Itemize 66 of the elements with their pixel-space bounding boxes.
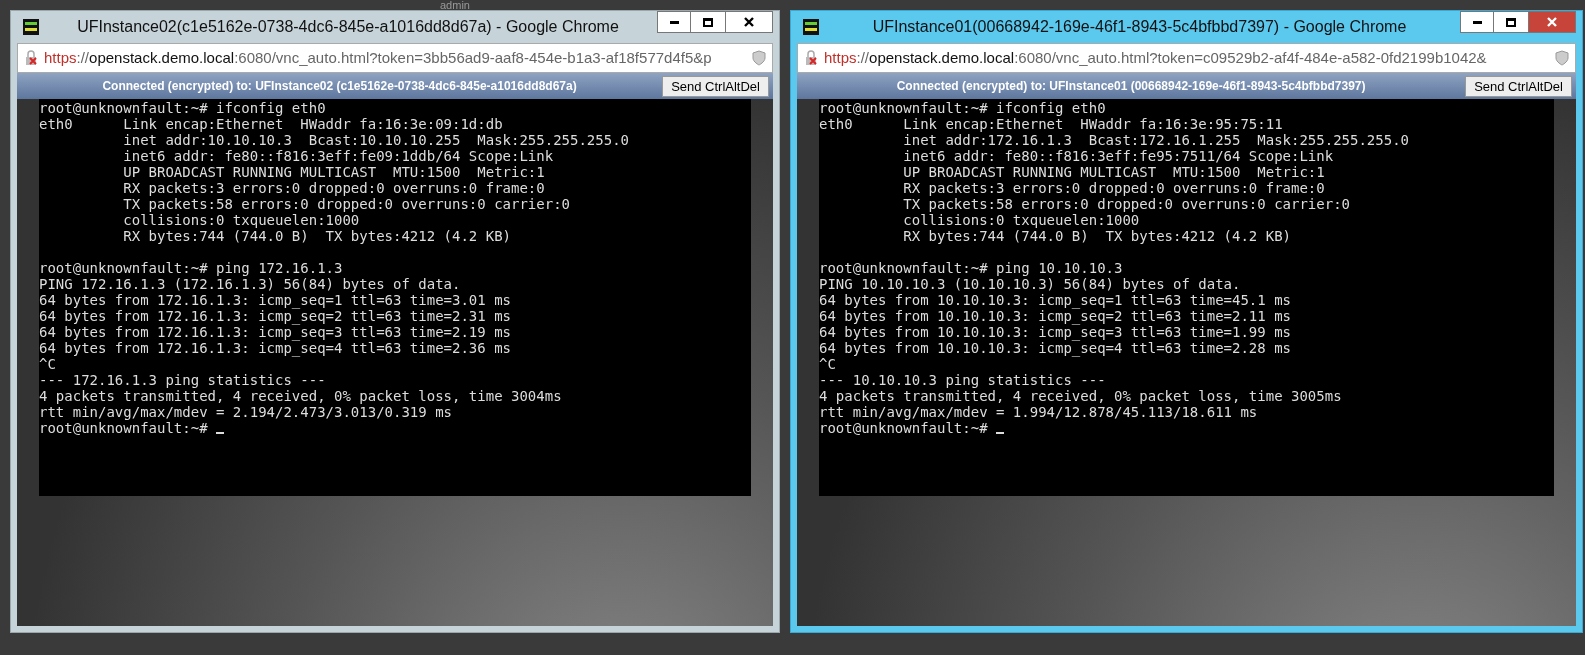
terminal-line: ^C [819,356,836,372]
terminal-line: TX packets:58 errors:0 dropped:0 overruns:0 carrier:0 [122,196,570,212]
text-cursor [216,432,224,434]
terminal-line: 64 bytes from 172.16.1.3: icmp_seq=3 ttl=63 time=2.19 ms [39,324,511,340]
maximize-button[interactable] [1494,11,1528,33]
terminal-line: RX bytes:744 (744.0 B) TX bytes:4212 (4.2 KB) [902,228,1291,244]
terminal-line: 64 bytes from 10.10.10.3: icmp_seq=1 ttl=63 time=45.1 ms [819,292,1291,308]
terminal-line: root@unknownfault:~# ping 10.10.10.3 [819,260,1123,276]
terminal-line: 64 bytes from 172.16.1.3: icmp_seq=1 ttl=63 time=3.01 ms [39,292,511,308]
username-label: admin [440,0,471,10]
address-bar[interactable]: https://openstack.demo.local:6080/vnc_auto.html?token=3bb56ad9-aaf8-454e-b1a3-af18f577d4f5&p [17,43,773,73]
terminal-line: UP BROADCAST RUNNING MULTICAST MTU:1500 Metric:1 [902,164,1325,180]
minimize-button[interactable] [657,11,691,33]
terminal-line: root@unknownfault:~# ifconfig eth0 [39,100,326,116]
send-ctrlaltdel-button[interactable]: Send CtrlAltDel [662,75,769,97]
url-text: https://openstack.demo.local:6080/vnc_auto.html?token=3bb56ad9-aaf8-454e-b1a3-af18f577d4f5&p [44,47,712,68]
terminal-line: --- 10.10.10.3 ping statistics --- [819,372,1106,388]
terminal-line: eth0 Link encap:Ethernet HWaddr fa:16:3e:09:1d:db [39,116,503,132]
terminal-line: 64 bytes from 10.10.10.3: icmp_seq=3 ttl=63 time=1.99 ms [819,324,1291,340]
terminal-line: root@unknownfault:~# [819,420,989,436]
url-text: https://openstack.demo.local:6080/vnc_auto.html?token=c09529b2-af4f-484e-a582-0fd2199b1042& [824,47,1487,68]
terminal-line: inet6 addr: fe80::f816:3eff:fe95:7511/64 Scope:Link [902,148,1334,164]
close-icon [1547,17,1557,27]
broken-lock-icon [24,50,40,66]
shield-icon [752,50,766,66]
terminal-line: ^C [39,356,56,372]
terminal-line: inet addr:10.10.10.3 Bcast:10.10.10.255 Mask:255.255.255.0 [122,132,629,148]
maximize-button[interactable] [691,11,725,33]
terminal-line: collisions:0 txqueuelen:1000 [902,212,1140,228]
minimize-button[interactable] [1460,11,1494,33]
terminal-line: rtt min/avg/max/mdev = 2.194/2.473/3.013/0.319 ms [39,404,452,420]
terminal-line: inet addr:172.16.1.3 Bcast:172.16.1.255 Mask:255.255.255.0 [902,132,1409,148]
terminal-line: PING 172.16.1.3 (172.16.1.3) 56(84) bytes of data. [39,276,461,292]
terminal-line: UP BROADCAST RUNNING MULTICAST MTU:1500 Metric:1 [122,164,545,180]
connection-status: Connected (encrypted) to: UFInstance02 (c1e5162e-0738-4dc6-845e-a1016dd8d67a) [102,78,577,95]
terminal-line: 4 packets transmitted, 4 received, 0% packet loss, time 3004ms [39,388,562,404]
terminal-line: rtt min/avg/max/mdev = 1.994/12.878/45.113/18.611 ms [819,404,1258,420]
terminal-line: 4 packets transmitted, 4 received, 0% packet loss, time 3005ms [819,388,1342,404]
terminal-line: --- 172.16.1.3 ping statistics --- [39,372,326,388]
terminal-line: collisions:0 txqueuelen:1000 [122,212,360,228]
terminal-line: RX bytes:744 (744.0 B) TX bytes:4212 (4.2 KB) [122,228,511,244]
terminal-line: root@unknownfault:~# [39,420,209,436]
window-title: UFInstance02(c1e5162e-0738-4dc6-845e-a1016dd8d67a) - Google Chrome [77,17,619,37]
novnc-logo-icon [803,19,819,35]
terminal-line: 64 bytes from 172.16.1.3: icmp_seq=4 ttl=63 time=2.36 ms [39,340,511,356]
terminal-line: inet6 addr: fe80::f816:3eff:fe09:1ddb/64 Scope:Link [122,148,554,164]
connection-status: Connected (encrypted) to: UFInstance01 (00668942-169e-46f1-8943-5c4bfbbd7397) [896,78,1366,95]
terminal-line: 64 bytes from 10.10.10.3: icmp_seq=2 ttl=63 time=2.11 ms [819,308,1291,324]
address-bar[interactable]: https://openstack.demo.local:6080/vnc_auto.html?token=c09529b2-af4f-484e-a582-0fd2199b1042& [797,43,1576,73]
terminal-line: root@unknownfault:~# ifconfig eth0 [819,100,1106,116]
terminal-line: PING 10.10.10.3 (10.10.10.3) 56(84) bytes of data. [819,276,1241,292]
terminal-line: 64 bytes from 10.10.10.3: icmp_seq=4 ttl=63 time=2.28 ms [819,340,1291,356]
terminal-line: TX packets:58 errors:0 dropped:0 overruns:0 carrier:0 [902,196,1350,212]
terminal-line: RX packets:3 errors:0 dropped:0 overruns:0 frame:0 [902,180,1325,196]
terminal-line: RX packets:3 errors:0 dropped:0 overruns:0 frame:0 [122,180,545,196]
close-button[interactable] [725,11,773,33]
text-cursor [996,432,1004,434]
terminal-line: eth0 Link encap:Ethernet HWaddr fa:16:3e:95:75:11 [819,116,1283,132]
novnc-logo-icon [23,19,39,35]
close-icon [744,17,754,27]
broken-lock-icon [804,50,820,66]
window-title: UFInstance01(00668942-169e-46f1-8943-5c4bfbbd7397) - Google Chrome [872,17,1407,37]
terminal-line: root@unknownfault:~# ping 172.16.1.3 [39,260,343,276]
terminal-line: 64 bytes from 172.16.1.3: icmp_seq=2 ttl=63 time=2.31 ms [39,308,511,324]
shield-icon [1555,50,1569,66]
send-ctrlaltdel-button[interactable]: Send CtrlAltDel [1465,75,1572,97]
